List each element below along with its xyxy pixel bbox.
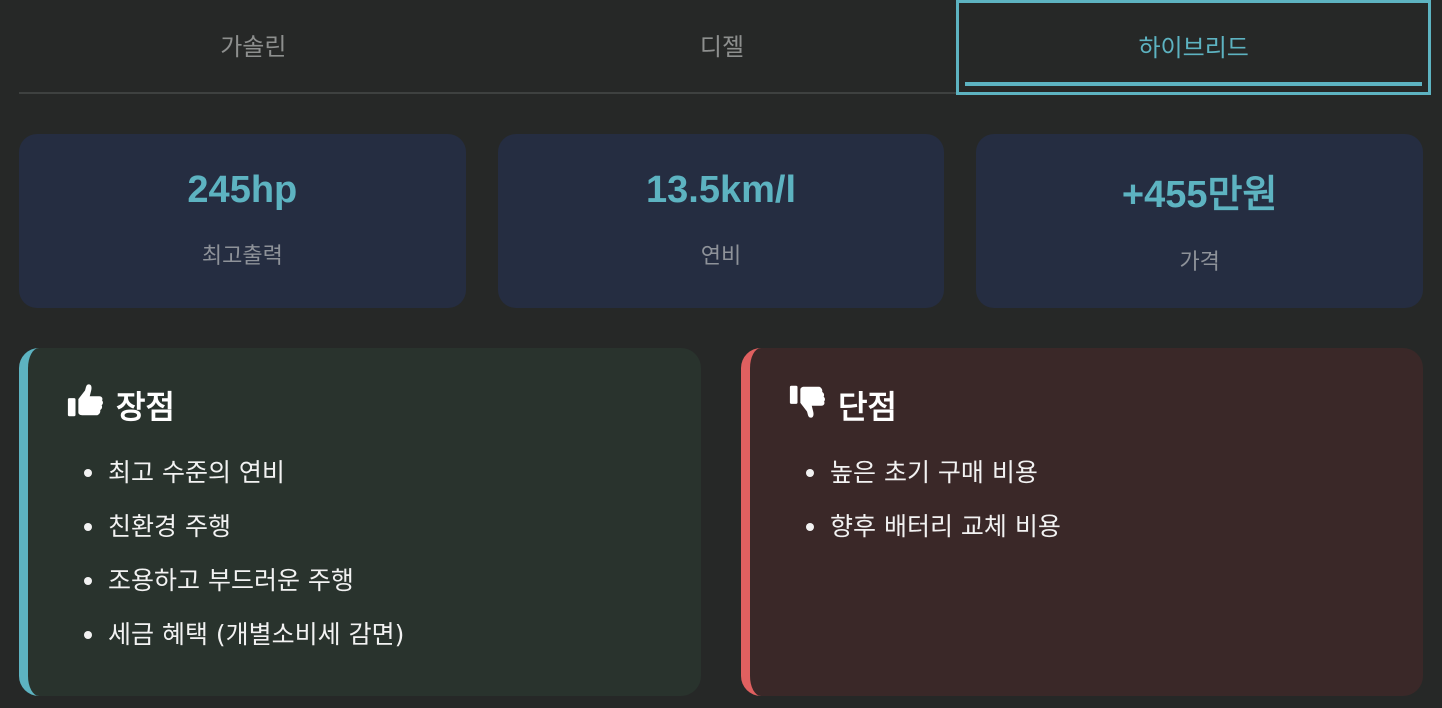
- cons-heading: 단점: [788, 382, 1423, 428]
- pros-cons: 장점 최고 수준의 연비 친환경 주행 조용하고 부드러운 주행 세금 혜택 (…: [19, 348, 1423, 696]
- cons-list: 높은 초기 구매 비용 향후 배터리 교체 비용: [788, 458, 1423, 566]
- cons-panel: 단점 높은 초기 구매 비용 향후 배터리 교체 비용: [741, 348, 1423, 696]
- page: 가솔린 디젤 하이브리드 245hp 최고출력 13.5km/l 연비 +455…: [0, 0, 1442, 708]
- tab-diesel[interactable]: 디젤: [488, 0, 957, 92]
- stat-cards: 245hp 최고출력 13.5km/l 연비 +455만원 가격: [19, 134, 1424, 308]
- cons-title: 단점: [838, 388, 897, 426]
- tab-label: 하이브리드: [1138, 34, 1249, 62]
- pros-panel: 장점 최고 수준의 연비 친환경 주행 조용하고 부드러운 주행 세금 혜택 (…: [19, 348, 701, 696]
- tab-label: 디젤: [699, 32, 745, 61]
- stat-label: 가격: [1179, 249, 1220, 275]
- stat-label: 최고출력: [201, 243, 283, 269]
- stat-card-fuel-efficiency: 13.5km/l 연비: [497, 134, 945, 308]
- stat-label: 연비: [700, 243, 742, 269]
- thumbs-down-icon: [788, 382, 826, 428]
- pros-heading: 장점: [66, 382, 701, 428]
- stat-card-power: 245hp 최고출력: [19, 134, 466, 308]
- stat-value: 245hp: [187, 168, 298, 211]
- stat-card-price: +455만원 가격: [976, 134, 1424, 308]
- stat-value: 13.5km/l: [646, 168, 796, 211]
- tab-label: 가솔린: [220, 32, 287, 61]
- pros-title: 장점: [116, 388, 175, 426]
- thumbs-up-icon: [66, 382, 104, 428]
- list-item: 조용하고 부드러운 주행: [84, 566, 701, 620]
- tab-gasoline[interactable]: 가솔린: [19, 0, 488, 92]
- pros-list: 최고 수준의 연비 친환경 주행 조용하고 부드러운 주행 세금 혜택 (개별소…: [66, 458, 701, 674]
- list-item: 세금 혜택 (개별소비세 감면): [84, 620, 701, 674]
- list-item: 높은 초기 구매 비용: [806, 458, 1423, 512]
- tab-hybrid[interactable]: 하이브리드: [956, 0, 1432, 95]
- list-item: 향후 배터리 교체 비용: [806, 512, 1423, 566]
- list-item: 친환경 주행: [84, 512, 701, 566]
- list-item: 최고 수준의 연비: [84, 458, 701, 512]
- fuel-type-tabs: 가솔린 디젤 하이브리드: [19, 0, 1432, 95]
- stat-value: +455만원: [1121, 173, 1278, 216]
